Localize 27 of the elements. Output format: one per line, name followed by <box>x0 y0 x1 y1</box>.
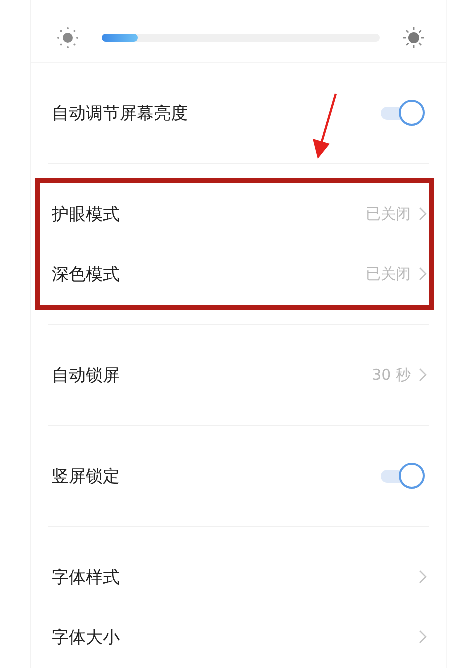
setting-value: 已关闭 <box>366 204 411 224</box>
bright-brightness-icon <box>402 26 426 50</box>
brightness-slider[interactable] <box>102 34 380 42</box>
settings-row[interactable]: 字体样式 <box>48 547 429 607</box>
toggle-switch[interactable] <box>379 100 425 126</box>
settings-row[interactable]: 自动锁屏 30 秒 <box>48 345 429 405</box>
chevron-right-icon <box>419 207 427 221</box>
chevron-right-icon <box>419 630 427 644</box>
setting-label: 深色模式 <box>52 264 120 286</box>
settings-row[interactable]: 深色模式 已关闭 <box>48 244 429 304</box>
setting-value: 30 秒 <box>372 366 411 384</box>
setting-label: 字体大小 <box>52 626 120 648</box>
settings-row[interactable]: 护眼模式 已关闭 <box>48 184 429 244</box>
setting-value: 已关闭 <box>366 264 411 284</box>
settings-row[interactable]: 自动调节屏幕亮度 <box>48 83 429 143</box>
setting-label: 自动锁屏 <box>52 364 120 386</box>
chevron-right-icon <box>419 368 427 382</box>
setting-label: 自动调节屏幕亮度 <box>52 102 188 124</box>
setting-label: 字体样式 <box>52 566 120 588</box>
settings-row[interactable]: 竖屏锁定 <box>48 446 429 506</box>
setting-label: 竖屏锁定 <box>52 466 120 488</box>
chevron-right-icon <box>419 570 427 584</box>
chevron-right-icon <box>419 267 427 281</box>
toggle-switch[interactable] <box>379 463 425 489</box>
setting-label: 护眼模式 <box>52 204 120 226</box>
settings-row[interactable]: 字体大小 <box>48 607 429 667</box>
dim-brightness-icon <box>56 26 80 50</box>
